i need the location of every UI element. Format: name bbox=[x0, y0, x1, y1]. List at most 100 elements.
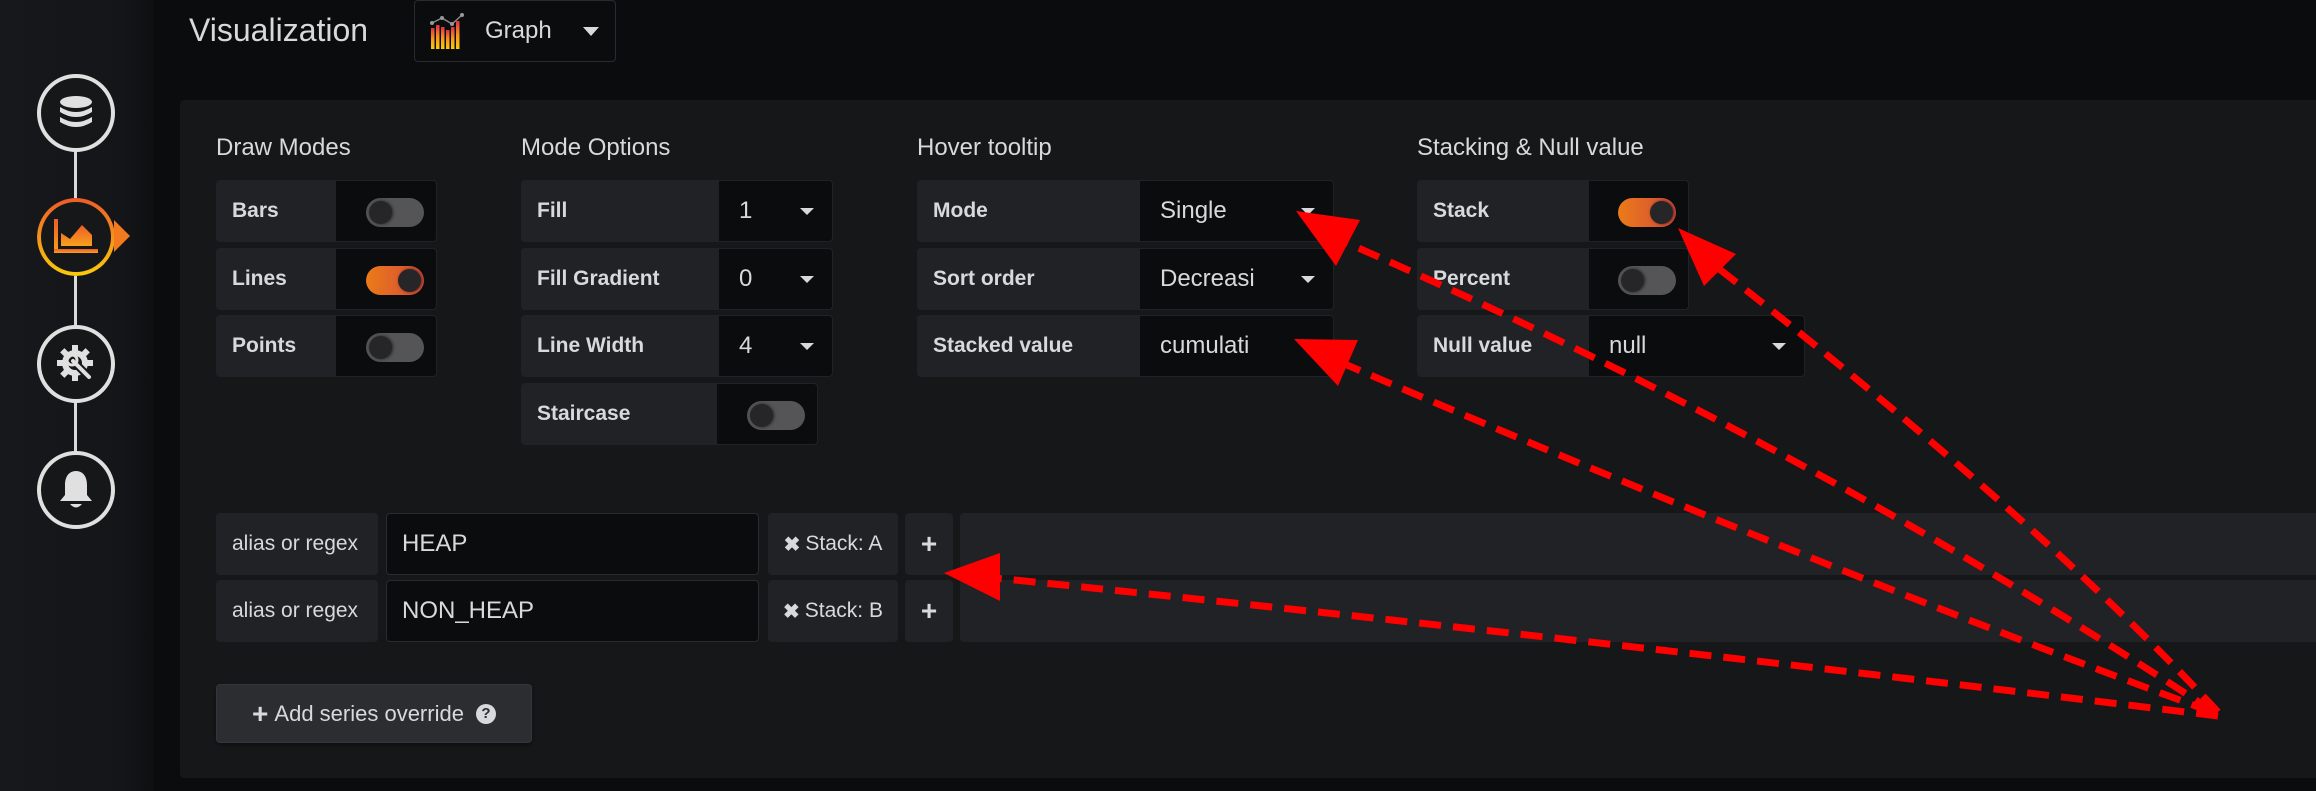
fill-gradient-label: Fill Gradient bbox=[521, 248, 718, 310]
series-override-row: alias or regex ✖ Stack: A + bbox=[216, 513, 2316, 575]
stacked-value-value: cumulati bbox=[1160, 332, 1250, 359]
bell-icon bbox=[60, 471, 92, 508]
step-connector bbox=[74, 274, 77, 326]
sort-order-select[interactable]: Decreasi bbox=[1139, 248, 1334, 310]
sort-order-label: Sort order bbox=[917, 248, 1139, 310]
lines-toggle[interactable] bbox=[366, 266, 424, 295]
staircase-toggle[interactable] bbox=[747, 401, 805, 430]
remove-override-icon[interactable]: ✖ bbox=[784, 532, 801, 557]
line-width-value: 4 bbox=[739, 332, 753, 359]
add-series-override-button[interactable]: + Add series override ? bbox=[216, 684, 532, 743]
line-width-select[interactable]: 4 bbox=[718, 315, 833, 377]
visualization-picker-value: Graph bbox=[485, 17, 552, 44]
null-value-label: Null value bbox=[1417, 315, 1588, 377]
database-icon bbox=[60, 96, 92, 127]
override-stack-tag[interactable]: ✖ Stack: A bbox=[768, 513, 898, 575]
bars-label: Bars bbox=[216, 180, 335, 242]
toggle-knob bbox=[398, 269, 421, 292]
fill-option: Fill 1 bbox=[521, 180, 833, 242]
chevron-down-icon bbox=[1772, 343, 1786, 350]
tooltip-mode-option: Mode Single bbox=[917, 180, 1334, 242]
chevron-down-icon bbox=[800, 343, 814, 350]
mode-options-heading: Mode Options bbox=[521, 134, 671, 161]
percent-option: Percent bbox=[1417, 248, 1689, 310]
percent-toggle[interactable] bbox=[1618, 266, 1676, 295]
area-chart-icon bbox=[54, 219, 98, 253]
visualization-picker[interactable]: Graph bbox=[414, 0, 616, 62]
chevron-down-icon bbox=[800, 276, 814, 283]
bars-switch-cell bbox=[335, 180, 437, 242]
fill-gradient-option: Fill Gradient 0 bbox=[521, 248, 833, 310]
points-label: Points bbox=[216, 315, 335, 377]
staircase-switch-cell bbox=[716, 383, 818, 445]
plus-icon: + bbox=[252, 697, 269, 729]
alias-label: alias or regex bbox=[216, 580, 378, 642]
override-stack-tag[interactable]: ✖ Stack: B bbox=[768, 580, 898, 642]
draw-mode-points: Points bbox=[216, 315, 437, 377]
sort-order-option: Sort order Decreasi bbox=[917, 248, 1334, 310]
override-stack-label: Stack: B bbox=[804, 599, 883, 622]
null-value-value: null bbox=[1609, 332, 1647, 359]
stacking-heading: Stacking & Null value bbox=[1417, 134, 1644, 161]
fill-value: 1 bbox=[739, 197, 753, 224]
tooltip-mode-value: Single bbox=[1160, 197, 1227, 224]
add-override-property-button[interactable]: + bbox=[905, 580, 953, 642]
stack-label: Stack bbox=[1417, 180, 1588, 242]
gear-wrench-icon bbox=[57, 345, 93, 381]
stack-toggle[interactable] bbox=[1618, 198, 1676, 227]
toggle-knob bbox=[1650, 201, 1673, 224]
bars-toggle[interactable] bbox=[366, 198, 424, 227]
stacked-value-select[interactable]: cumulati bbox=[1139, 315, 1334, 377]
step-queries[interactable] bbox=[37, 74, 115, 152]
fill-select[interactable]: 1 bbox=[718, 180, 833, 242]
percent-label: Percent bbox=[1417, 248, 1588, 310]
step-visualization[interactable] bbox=[37, 198, 115, 276]
step-alert[interactable] bbox=[37, 451, 115, 529]
hover-tooltip-heading: Hover tooltip bbox=[917, 134, 1052, 161]
points-switch-cell bbox=[335, 315, 437, 377]
line-width-label: Line Width bbox=[521, 315, 718, 377]
draw-modes-heading: Draw Modes bbox=[216, 134, 351, 161]
add-override-property-button[interactable]: + bbox=[905, 513, 953, 575]
fill-label: Fill bbox=[521, 180, 718, 242]
override-stack-label: Stack: A bbox=[805, 532, 883, 555]
alias-input[interactable] bbox=[386, 580, 759, 642]
tooltip-mode-label: Mode bbox=[917, 180, 1139, 242]
toggle-knob bbox=[369, 336, 392, 359]
stack-switch-cell bbox=[1588, 180, 1689, 242]
step-general[interactable] bbox=[37, 325, 115, 403]
alias-input[interactable] bbox=[386, 513, 759, 575]
chevron-down-icon bbox=[1301, 276, 1315, 283]
toggle-knob bbox=[369, 201, 392, 224]
percent-switch-cell bbox=[1588, 248, 1689, 310]
editor-steps-sidebar bbox=[0, 0, 154, 791]
null-value-option: Null value null bbox=[1417, 315, 1805, 377]
chevron-down-icon bbox=[1301, 208, 1315, 215]
toggle-knob bbox=[750, 404, 773, 427]
toggle-knob bbox=[1621, 269, 1644, 292]
override-row-filler bbox=[960, 513, 2316, 575]
page-title: Visualization bbox=[189, 12, 369, 48]
lines-label: Lines bbox=[216, 248, 335, 310]
tooltip-mode-select[interactable]: Single bbox=[1139, 180, 1334, 242]
staircase-label: Staircase bbox=[521, 383, 716, 445]
stacked-value-label: Stacked value bbox=[917, 315, 1139, 377]
stacked-value-option: Stacked value cumulati bbox=[917, 315, 1334, 377]
draw-mode-lines: Lines bbox=[216, 248, 437, 310]
draw-mode-bars: Bars bbox=[216, 180, 437, 242]
alias-label: alias or regex bbox=[216, 513, 378, 575]
points-toggle[interactable] bbox=[366, 333, 424, 362]
series-override-row: alias or regex ✖ Stack: B + bbox=[216, 580, 2316, 642]
override-row-filler bbox=[960, 580, 2316, 642]
chevron-down-icon bbox=[800, 208, 814, 215]
step-connector bbox=[74, 400, 77, 452]
step-connector bbox=[74, 150, 77, 200]
staircase-option: Staircase bbox=[521, 383, 818, 445]
fill-gradient-value: 0 bbox=[739, 265, 753, 292]
null-value-select[interactable]: null bbox=[1588, 315, 1805, 377]
active-step-pointer bbox=[114, 220, 130, 252]
help-icon[interactable]: ? bbox=[475, 703, 496, 724]
chevron-down-icon bbox=[583, 27, 599, 36]
fill-gradient-select[interactable]: 0 bbox=[718, 248, 833, 310]
remove-override-icon[interactable]: ✖ bbox=[783, 599, 800, 624]
